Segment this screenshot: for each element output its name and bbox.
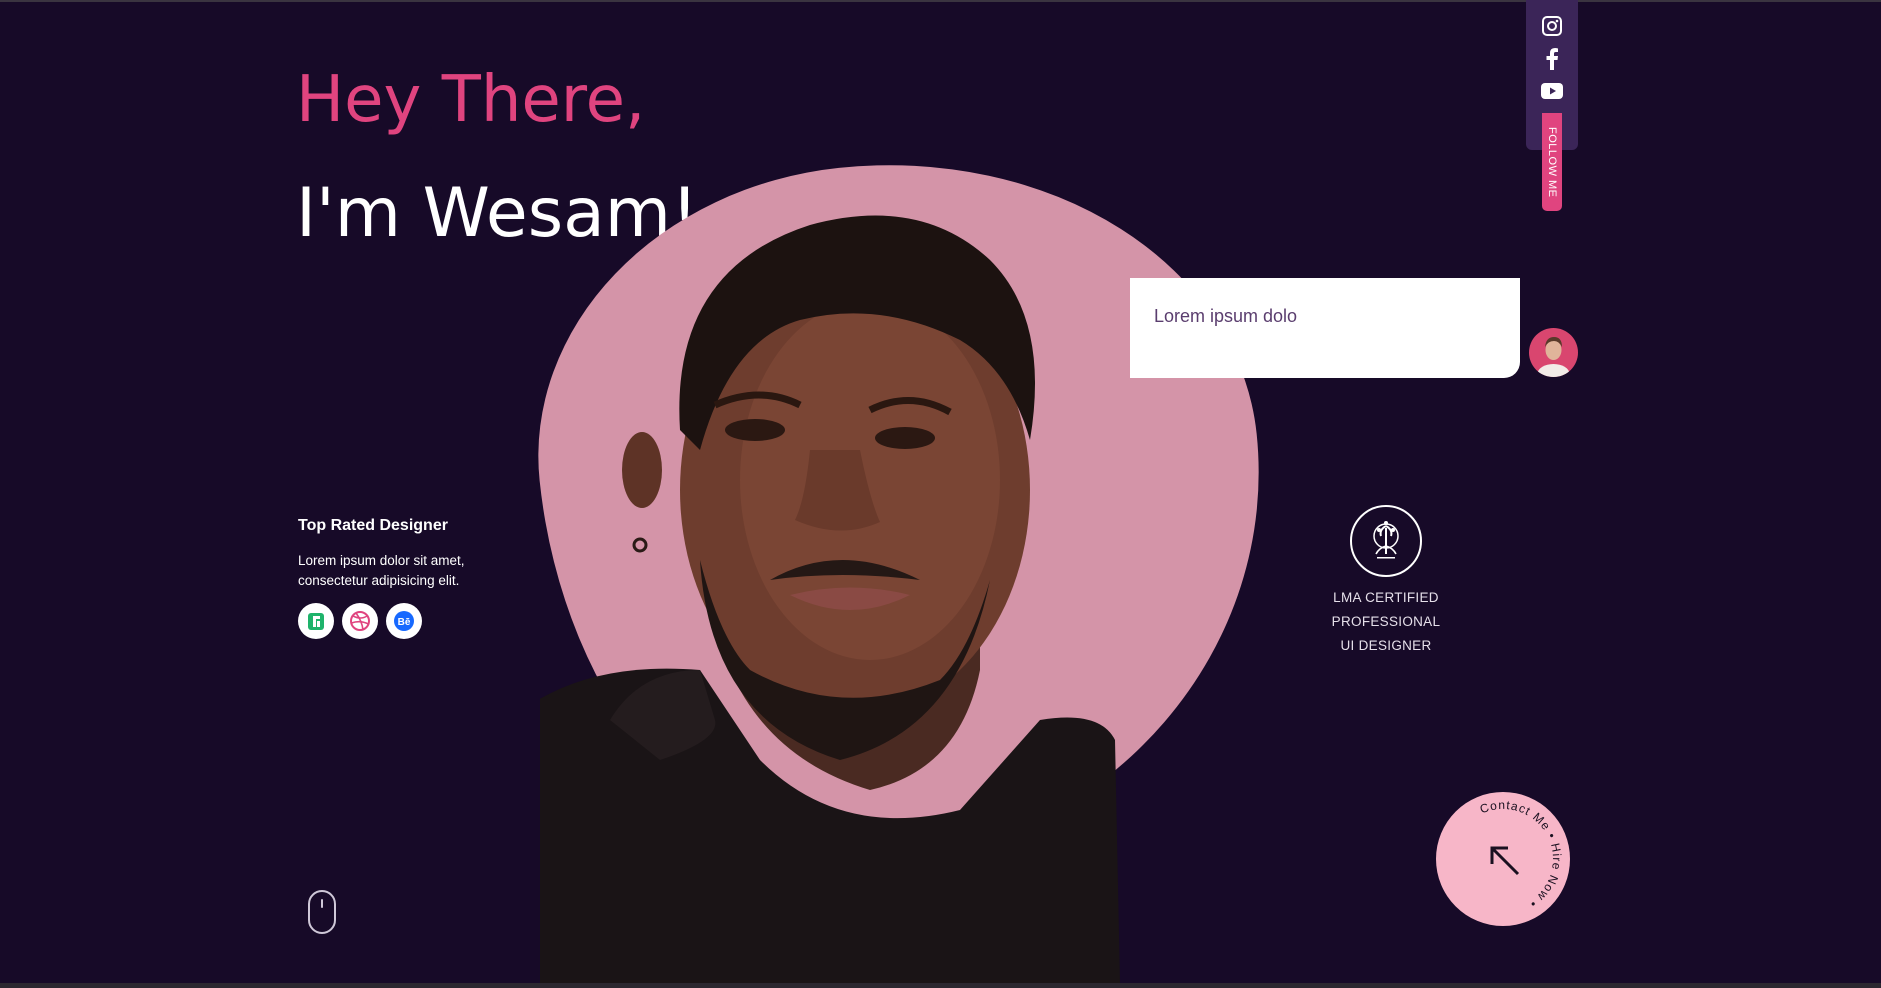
instagram-icon[interactable] bbox=[1540, 14, 1564, 38]
hero-greeting: Hey There, bbox=[296, 63, 646, 137]
bottom-border bbox=[0, 983, 1881, 988]
mouse-wheel bbox=[321, 899, 323, 908]
avatar[interactable] bbox=[1529, 328, 1578, 377]
chat-message: Lorem ipsum dolo bbox=[1154, 306, 1298, 326]
arrow-up-left-icon bbox=[1490, 846, 1520, 876]
behance-icon[interactable]: Bē bbox=[386, 603, 422, 639]
follow-me-label: FOLLOW ME bbox=[1546, 126, 1558, 198]
tree-logo-icon bbox=[1350, 505, 1422, 577]
cert-line-2: PROFESSIONAL bbox=[1331, 614, 1441, 629]
top-rated-title: Top Rated Designer bbox=[298, 517, 448, 534]
facebook-icon[interactable] bbox=[1540, 47, 1564, 71]
svg-text:Bē: Bē bbox=[398, 617, 411, 628]
top-rated-description: Lorem ipsum dolor sit amet, consectetur … bbox=[298, 553, 465, 588]
cert-line-3: UI DESIGNER bbox=[1340, 638, 1432, 653]
chat-bubble: Lorem ipsum dolo bbox=[1130, 278, 1520, 378]
certification-text: LMA CERTIFIED PROFESSIONAL UI DESIGNER bbox=[1316, 586, 1456, 658]
contact-me-button[interactable]: Contact Me • Hire Now • bbox=[1436, 792, 1570, 926]
scroll-mouse-icon bbox=[308, 890, 336, 934]
cert-line-1: LMA CERTIFIED bbox=[1333, 590, 1439, 605]
youtube-icon[interactable] bbox=[1540, 79, 1564, 103]
dribbble-icon[interactable] bbox=[342, 603, 378, 639]
top-border bbox=[0, 0, 1881, 2]
follow-me-tab[interactable]: FOLLOW ME bbox=[1542, 113, 1562, 211]
upwork-icon[interactable] bbox=[298, 603, 334, 639]
